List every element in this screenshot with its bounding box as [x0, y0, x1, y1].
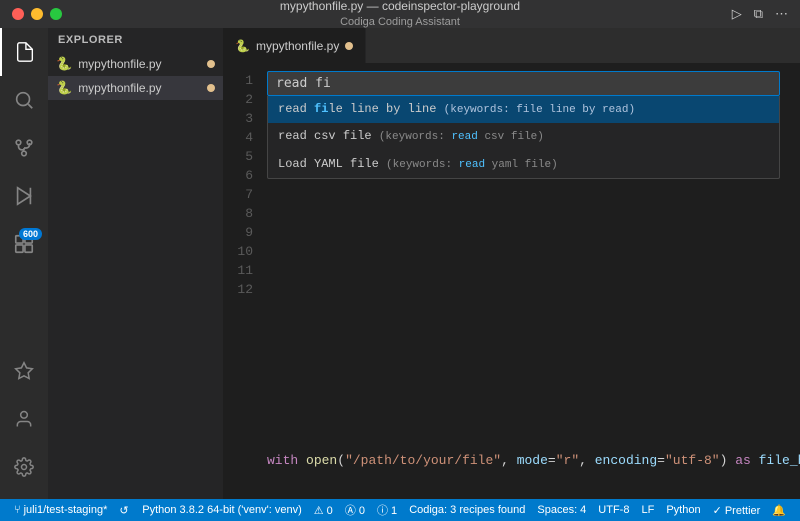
title-bar: mypythonfile.py — codeinspector-playgrou…: [0, 0, 800, 28]
assistant-title: Codiga Coding Assistant: [340, 15, 460, 29]
modified-dot-2: [207, 84, 215, 92]
activity-search[interactable]: [0, 76, 48, 124]
status-warnings[interactable]: ⚠ 0: [308, 499, 339, 521]
recipe-search-input[interactable]: [276, 76, 771, 91]
modified-dot-1: [207, 60, 215, 68]
activity-extensions[interactable]: 600: [0, 220, 48, 268]
editor-area: 🐍 mypythonfile.py 1 2 3 4 5 6 7 8 9 10 1…: [223, 28, 800, 499]
item1-text: read file line by line (keywords: file l…: [278, 101, 635, 118]
extensions-badge: 600: [19, 228, 42, 240]
item2-text: read csv file (keywords: read csv file): [278, 128, 544, 145]
status-python-version[interactable]: Python 3.8.2 64-bit ('venv': venv): [136, 499, 308, 521]
code-editor: 1 2 3 4 5 6 7 8 9 10 11 12 with open: [223, 63, 800, 499]
autocomplete-item-2[interactable]: read csv file (keywords: read csv file): [268, 123, 779, 150]
python-file-icon-2: 🐍: [56, 80, 72, 96]
sync-icon: ↺: [119, 504, 128, 517]
split-editor-icon[interactable]: ⧉: [754, 6, 763, 22]
tab-modified-dot: [345, 42, 353, 50]
item3-text: Load YAML file (keywords: read yaml file…: [278, 156, 558, 173]
autocomplete-dropdown: read file line by line (keywords: file l…: [267, 96, 780, 179]
info-text: ⓘ 1: [377, 502, 397, 518]
activity-files[interactable]: [0, 28, 48, 76]
status-line-ending[interactable]: LF: [635, 499, 660, 521]
line-ending-text: LF: [641, 504, 654, 516]
editor-tab-mypythonfile[interactable]: 🐍 mypythonfile.py: [223, 28, 366, 63]
line-numbers: 1 2 3 4 5 6 7 8 9 10 11 12: [223, 63, 263, 499]
sidebar-file-2[interactable]: 🐍 mypythonfile.py: [48, 76, 223, 100]
branch-icon: ⑂: [14, 504, 21, 516]
traffic-lights: [12, 8, 62, 20]
python-file-icon-1: 🐍: [56, 56, 72, 72]
python-version-text: Python 3.8.2 64-bit ('venv': venv): [142, 504, 302, 516]
formatter-text: ✓ Prettier: [713, 504, 761, 517]
status-spaces[interactable]: Spaces: 4: [531, 499, 592, 521]
bell-icon: 🔔: [772, 504, 786, 517]
main-layout: 600 EXPLORER 🐍: [0, 28, 800, 499]
status-formatter[interactable]: ✓ Prettier: [707, 499, 767, 521]
maximize-button[interactable]: [50, 8, 62, 20]
activity-bar: 600: [0, 28, 48, 499]
status-sync[interactable]: ↺: [113, 499, 134, 521]
status-notifications[interactable]: 🔔: [766, 499, 792, 521]
search-input-row: [267, 71, 780, 96]
status-errors[interactable]: Ⓐ 0: [339, 499, 371, 521]
activity-codiga[interactable]: [0, 347, 48, 395]
title-actions: ▷ ⧉ ⋯: [732, 6, 788, 22]
editor-tabs: 🐍 mypythonfile.py: [223, 28, 800, 63]
close-button[interactable]: [12, 8, 24, 20]
warnings-text: ⚠ 0: [314, 504, 333, 517]
autocomplete-item-1[interactable]: read file line by line (keywords: file l…: [268, 96, 779, 123]
more-actions-icon[interactable]: ⋯: [775, 6, 788, 22]
status-branch[interactable]: ⑂ juli1/test-staging*: [8, 499, 113, 521]
activity-run[interactable]: [0, 172, 48, 220]
activity-bar-bottom: [0, 347, 48, 499]
autocomplete-overlay: read file line by line (keywords: file l…: [267, 71, 780, 179]
status-codiga[interactable]: Codiga: 3 recipes found: [403, 499, 531, 521]
explorer-header: EXPLORER: [48, 28, 223, 52]
sidebar: EXPLORER 🐍 mypythonfile.py 🐍 mypythonfil…: [48, 28, 223, 499]
activity-account[interactable]: [0, 395, 48, 443]
sidebar-filename-2: mypythonfile.py: [78, 81, 161, 95]
tab-filename: mypythonfile.py: [256, 39, 339, 53]
language-text: Python: [666, 504, 700, 516]
activity-settings[interactable]: [0, 443, 48, 491]
run-icon[interactable]: ▷: [732, 6, 742, 22]
status-info[interactable]: ⓘ 1: [371, 499, 403, 521]
codiga-text: Codiga: 3 recipes found: [409, 504, 525, 516]
autocomplete-item-3[interactable]: Load YAML file (keywords: read yaml file…: [268, 151, 779, 178]
tab-file-icon: 🐍: [235, 39, 250, 53]
errors-text: Ⓐ 0: [345, 502, 365, 518]
status-right: Python 3.8.2 64-bit ('venv': venv) ⚠ 0 Ⓐ…: [136, 499, 792, 521]
status-encoding[interactable]: UTF-8: [592, 499, 635, 521]
status-bar: ⑂ juli1/test-staging* ↺ Python 3.8.2 64-…: [0, 499, 800, 521]
status-language[interactable]: Python: [660, 499, 706, 521]
sidebar-filename-1: mypythonfile.py: [78, 57, 161, 71]
minimize-button[interactable]: [31, 8, 43, 20]
sidebar-file-1[interactable]: 🐍 mypythonfile.py: [48, 52, 223, 76]
spaces-text: Spaces: 4: [537, 504, 586, 516]
window-title: mypythonfile.py — codeinspector-playgrou…: [280, 0, 520, 15]
encoding-text: UTF-8: [598, 504, 629, 516]
activity-source-control[interactable]: [0, 124, 48, 172]
branch-name: juli1/test-staging*: [24, 504, 108, 516]
